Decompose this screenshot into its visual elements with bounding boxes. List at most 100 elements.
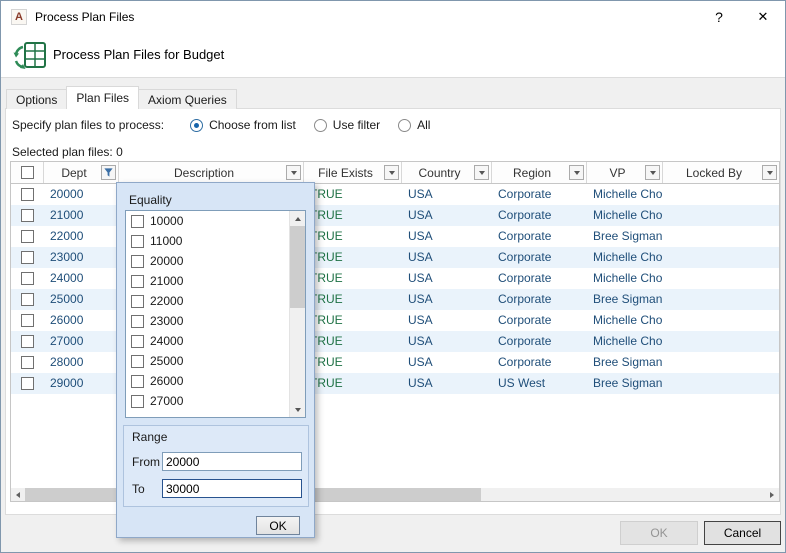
- filter-item-label: 24000: [150, 334, 183, 348]
- filter-item-checkbox[interactable]: [131, 395, 144, 408]
- from-input[interactable]: [162, 452, 302, 471]
- column-header-file-exists[interactable]: File Exists: [304, 162, 402, 183]
- filter-item-checkbox[interactable]: [131, 335, 144, 348]
- vertical-scroll-thumb[interactable]: [290, 226, 305, 308]
- radio-icon: [314, 119, 327, 132]
- filter-item-checkbox[interactable]: [131, 255, 144, 268]
- dialog-header: Process Plan Files for Budget: [1, 32, 785, 78]
- to-input[interactable]: [162, 479, 302, 498]
- file-exists-cell: TRUE: [304, 247, 402, 268]
- filter-list-item[interactable]: 27000: [126, 391, 289, 411]
- column-header-region[interactable]: Region: [492, 162, 587, 183]
- file-exists-filter-dropdown[interactable]: [384, 165, 399, 180]
- radio-use-filter[interactable]: Use filter: [314, 118, 380, 132]
- radio-icon: [190, 119, 203, 132]
- chevron-down-icon: [291, 171, 297, 175]
- tab-plan-files[interactable]: Plan Files: [66, 86, 139, 109]
- row-checkbox[interactable]: [21, 209, 34, 222]
- filter-list-item[interactable]: 11000: [126, 231, 289, 251]
- row-checkbox[interactable]: [21, 377, 34, 390]
- filter-item-checkbox[interactable]: [131, 315, 144, 328]
- country-cell: USA: [402, 268, 492, 289]
- filter-item-checkbox[interactable]: [131, 235, 144, 248]
- locked-by-filter-dropdown[interactable]: [762, 165, 777, 180]
- row-checkbox[interactable]: [21, 230, 34, 243]
- equality-items: 10000 110002000021000 22000 23000 24000 25000…: [126, 211, 289, 417]
- country-cell: USA: [402, 247, 492, 268]
- filter-item-checkbox[interactable]: [131, 375, 144, 388]
- filter-item-checkbox[interactable]: [131, 355, 144, 368]
- chevron-down-icon: [767, 171, 773, 175]
- scroll-left-button[interactable]: [11, 488, 25, 501]
- tab-options[interactable]: Options: [6, 89, 67, 109]
- description-filter-dropdown[interactable]: [286, 165, 301, 180]
- filter-item-label: 22000: [150, 294, 183, 308]
- row-checkbox[interactable]: [21, 356, 34, 369]
- chevron-down-icon: [389, 171, 395, 175]
- filter-item-label: 10000: [150, 214, 183, 228]
- dept-filter-button[interactable]: [101, 165, 116, 180]
- chevron-down-icon: [650, 171, 656, 175]
- region-filter-dropdown[interactable]: [569, 165, 584, 180]
- cancel-button[interactable]: Cancel: [704, 521, 781, 545]
- row-select-cell: [11, 377, 44, 390]
- column-header-label: Country: [418, 166, 474, 180]
- help-button[interactable]: ?: [697, 1, 741, 32]
- row-checkbox[interactable]: [21, 251, 34, 264]
- radio-icon: [398, 119, 411, 132]
- row-checkbox[interactable]: [21, 335, 34, 348]
- scroll-right-button[interactable]: [765, 488, 779, 501]
- row-checkbox[interactable]: [21, 314, 34, 327]
- column-header-vp[interactable]: VP: [587, 162, 663, 183]
- country-filter-dropdown[interactable]: [474, 165, 489, 180]
- filter-item-checkbox[interactable]: [131, 275, 144, 288]
- region-cell: Corporate: [492, 184, 587, 205]
- select-all-checkbox[interactable]: [21, 166, 34, 179]
- filter-list-item[interactable]: 22000: [126, 291, 289, 311]
- tab-axiom-queries[interactable]: Axiom Queries: [138, 89, 237, 109]
- row-select-cell: [11, 209, 44, 222]
- window-title: Process Plan Files: [35, 10, 134, 24]
- dept-cell: 27000: [44, 331, 119, 352]
- radio-choose-from-list[interactable]: Choose from list: [190, 118, 296, 132]
- filter-item-checkbox[interactable]: [131, 295, 144, 308]
- region-cell: Corporate: [492, 310, 587, 331]
- scroll-up-button[interactable]: [290, 211, 305, 226]
- row-select-cell: [11, 188, 44, 201]
- filter-list-item[interactable]: 24000: [126, 331, 289, 351]
- radio-all[interactable]: All: [398, 118, 430, 132]
- scroll-down-button[interactable]: [290, 402, 305, 417]
- filter-list-item[interactable]: 26000: [126, 371, 289, 391]
- row-checkbox[interactable]: [21, 272, 34, 285]
- region-cell: Corporate: [492, 247, 587, 268]
- row-checkbox[interactable]: [21, 293, 34, 306]
- file-exists-cell: TRUE: [304, 205, 402, 226]
- scroll-up-icon: [295, 217, 301, 221]
- row-select-cell: [11, 314, 44, 327]
- filter-ok-button[interactable]: OK: [256, 516, 300, 535]
- list-scrollbar[interactable]: [289, 211, 305, 417]
- filter-item-checkbox[interactable]: [131, 215, 144, 228]
- vp-filter-dropdown[interactable]: [645, 165, 660, 180]
- filter-list-item[interactable]: 21000: [126, 271, 289, 291]
- vp-cell: Bree Sigman: [587, 373, 663, 394]
- vp-cell: Bree Sigman: [587, 226, 663, 247]
- dept-cell: 20000: [44, 184, 119, 205]
- filter-list-item[interactable]: 23000: [126, 311, 289, 331]
- column-header-dept[interactable]: Dept: [44, 162, 119, 183]
- scroll-right-icon: [770, 492, 774, 498]
- column-header-locked-by[interactable]: Locked By: [663, 162, 779, 183]
- filter-list-item[interactable]: 20000: [126, 251, 289, 271]
- column-header-country[interactable]: Country: [402, 162, 492, 183]
- filter-list-item[interactable]: 10000: [126, 211, 289, 231]
- vp-cell: Bree Sigman: [587, 352, 663, 373]
- equality-listbox[interactable]: 10000 110002000021000 22000 23000 24000 25000…: [125, 210, 306, 418]
- close-button[interactable]: ✕: [741, 1, 785, 32]
- specify-label: Specify plan files to process:: [12, 118, 164, 132]
- column-header-description[interactable]: Description: [119, 162, 304, 183]
- funnel-icon: [103, 167, 114, 178]
- ok-button[interactable]: OK: [620, 521, 698, 545]
- radio-label: Choose from list: [209, 118, 296, 132]
- filter-list-item[interactable]: 25000: [126, 351, 289, 371]
- row-checkbox[interactable]: [21, 188, 34, 201]
